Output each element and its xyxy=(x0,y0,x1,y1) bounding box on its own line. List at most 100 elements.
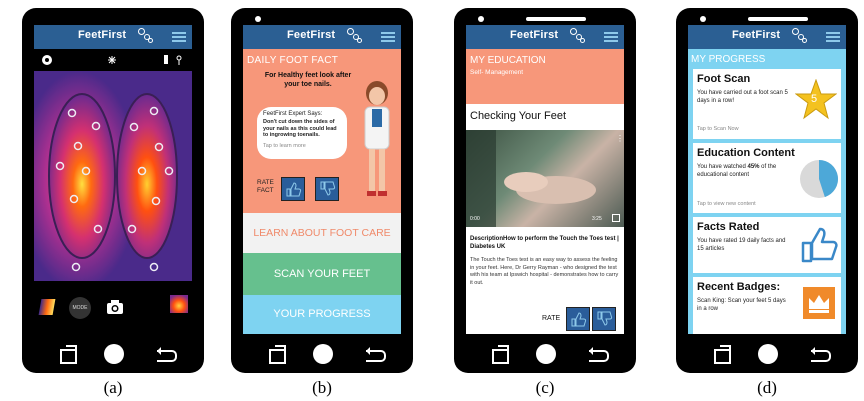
thumbs-down-button[interactable] xyxy=(315,177,339,201)
card-text: Scan King: Scan your feet 5 days in a ro… xyxy=(697,298,786,312)
daily-fact-card[interactable]: DAILY FOOT FACT For Healthy feet look af… xyxy=(243,49,401,213)
flashlight-icon xyxy=(176,55,182,65)
scan-button[interactable]: SCAN YOUR FEET xyxy=(243,253,401,295)
phone-c: FeetFirst MY EDUCATION Self- Management … xyxy=(454,8,636,397)
phone-a: FeetFirst MODE (a) xyxy=(22,8,204,397)
card-text: You have carried out a foot scan 5 days … xyxy=(697,90,788,104)
menu-icon[interactable] xyxy=(826,32,840,42)
home-screen: FeetFirst DAILY FOOT FACT For Healthy fe… xyxy=(243,25,401,334)
back-icon[interactable] xyxy=(157,347,177,362)
thumbs-down-icon xyxy=(320,181,336,196)
thumbs-up-button[interactable] xyxy=(281,177,305,201)
expert-heading: FeetFirst Expert Says: xyxy=(263,111,323,117)
recent-apps-icon[interactable] xyxy=(492,345,509,364)
mode-button[interactable]: MODE xyxy=(69,297,91,319)
home-icon[interactable] xyxy=(313,344,333,364)
thumbs-up-icon xyxy=(801,227,838,263)
nurse-illustration xyxy=(364,81,390,196)
card-link[interactable]: Tap to Scan Now xyxy=(697,126,739,132)
expert-speech-bubble: FeetFirst Expert Says: Don't cut down th… xyxy=(257,107,347,159)
thermal-thumbnail[interactable] xyxy=(170,295,188,313)
progress-button[interactable]: YOUR PROGRESS xyxy=(243,295,401,334)
foot-scan-card[interactable]: Foot Scan You have carried out a foot sc… xyxy=(693,69,841,139)
app-header: FeetFirst xyxy=(466,25,624,49)
menu-icon[interactable] xyxy=(172,32,186,42)
more-options-icon[interactable]: ⋮ xyxy=(616,134,624,143)
recent-apps-icon[interactable] xyxy=(714,345,731,364)
thumbs-down-button[interactable] xyxy=(592,307,616,331)
camera-toolbar xyxy=(34,49,192,71)
video-frame xyxy=(466,130,596,227)
app-header: FeetFirst xyxy=(34,25,192,49)
scan-button-label: SCAN YOUR FEET xyxy=(273,268,371,280)
rate-fact-label: RATE FACT xyxy=(257,179,274,194)
card-text: You have watched 45% of the educational … xyxy=(697,163,793,179)
progress-background: MY PROGRESS Foot Scan You have carried o… xyxy=(688,49,846,334)
camera-controls: MODE xyxy=(34,281,192,334)
caption-d: (d) xyxy=(757,378,777,397)
settings-icon xyxy=(42,55,52,65)
section-title: MY EDUCATION xyxy=(470,55,546,66)
brand-bubbles-icon xyxy=(138,28,153,43)
thermal-image xyxy=(34,71,192,281)
camera-icon[interactable] xyxy=(106,299,124,315)
card-title: Facts Rated xyxy=(697,221,760,233)
recent-apps-icon[interactable] xyxy=(60,345,77,364)
home-icon[interactable] xyxy=(758,344,778,364)
phone-b: FeetFirst DAILY FOOT FACT For Healthy fe… xyxy=(231,8,413,397)
back-icon[interactable] xyxy=(366,347,386,362)
brightness-icon xyxy=(108,56,116,64)
feet-thermal-overlay xyxy=(48,93,178,272)
speaker xyxy=(526,17,586,21)
caption-c: (c) xyxy=(535,378,555,397)
thermal-screen: FeetFirst MODE xyxy=(34,25,192,334)
education-content-card[interactable]: Education Content You have watched 45% o… xyxy=(693,143,841,213)
menu-icon[interactable] xyxy=(604,32,618,42)
recent-badges-card[interactable]: Recent Badges: Scan King: Scan your feet… xyxy=(693,277,841,334)
video-description-title: DescriptionHow to perform the Touch the … xyxy=(470,236,619,250)
caption-a: (a) xyxy=(103,378,123,397)
home-icon[interactable] xyxy=(536,344,556,364)
page-title: Checking Your Feet xyxy=(470,110,567,122)
crown-badge xyxy=(803,287,835,319)
android-nav-bar xyxy=(22,341,204,369)
android-nav-bar xyxy=(231,341,413,369)
video-description-body: The Touch the Toes test is an easy way t… xyxy=(470,257,619,286)
progress-button-label: YOUR PROGRESS xyxy=(273,308,371,320)
back-icon[interactable] xyxy=(811,347,831,362)
menu-icon[interactable] xyxy=(381,32,395,42)
phone-d: FeetFirst MY PROGRESS Foot Scan You have… xyxy=(676,8,858,397)
video-player[interactable]: 0:00 3:25 ⋮ xyxy=(466,130,624,227)
expert-text: Don't cut down the sides of your nails a… xyxy=(263,119,337,138)
fact-headline: For Healthy feet look after your toe nai… xyxy=(264,72,352,88)
video-time-end: 3:25 xyxy=(592,216,602,222)
progress-pie-chart xyxy=(800,160,838,198)
card-title: Foot Scan xyxy=(697,73,751,85)
card-link[interactable]: Tap to view new content xyxy=(697,201,756,207)
facts-rated-card[interactable]: Facts Rated You have rated 19 daily fact… xyxy=(693,217,841,273)
front-camera xyxy=(255,16,261,22)
brand-title: FeetFirst xyxy=(287,29,336,41)
thumbs-up-button[interactable] xyxy=(566,307,590,331)
card-title: Recent Badges: xyxy=(697,281,781,293)
home-icon[interactable] xyxy=(104,344,124,364)
progress-screen: FeetFirst MY PROGRESS Foot Scan You have… xyxy=(688,25,846,334)
phone-body: FeetFirst DAILY FOOT FACT For Healthy fe… xyxy=(231,8,413,373)
fullscreen-icon[interactable] xyxy=(612,214,620,222)
right-foot xyxy=(116,93,178,259)
brand-title: FeetFirst xyxy=(78,29,127,41)
app-header: FeetFirst xyxy=(243,25,401,49)
learn-button[interactable]: LEARN ABOUT FOOT CARE xyxy=(243,213,401,253)
front-camera xyxy=(700,16,706,22)
recent-apps-icon[interactable] xyxy=(269,345,286,364)
tap-to-learn[interactable]: Tap to learn more xyxy=(263,143,341,149)
section-subtitle: Self- Management xyxy=(470,69,524,76)
palette-icon[interactable] xyxy=(38,299,56,315)
android-nav-bar xyxy=(676,341,858,369)
brand-title: FeetFirst xyxy=(510,29,559,41)
battery-icon xyxy=(164,55,168,64)
brand-title: FeetFirst xyxy=(732,29,781,41)
brand-bubbles-icon xyxy=(347,28,362,43)
back-icon[interactable] xyxy=(589,347,609,362)
phone-body: FeetFirst MY PROGRESS Foot Scan You have… xyxy=(676,8,858,373)
